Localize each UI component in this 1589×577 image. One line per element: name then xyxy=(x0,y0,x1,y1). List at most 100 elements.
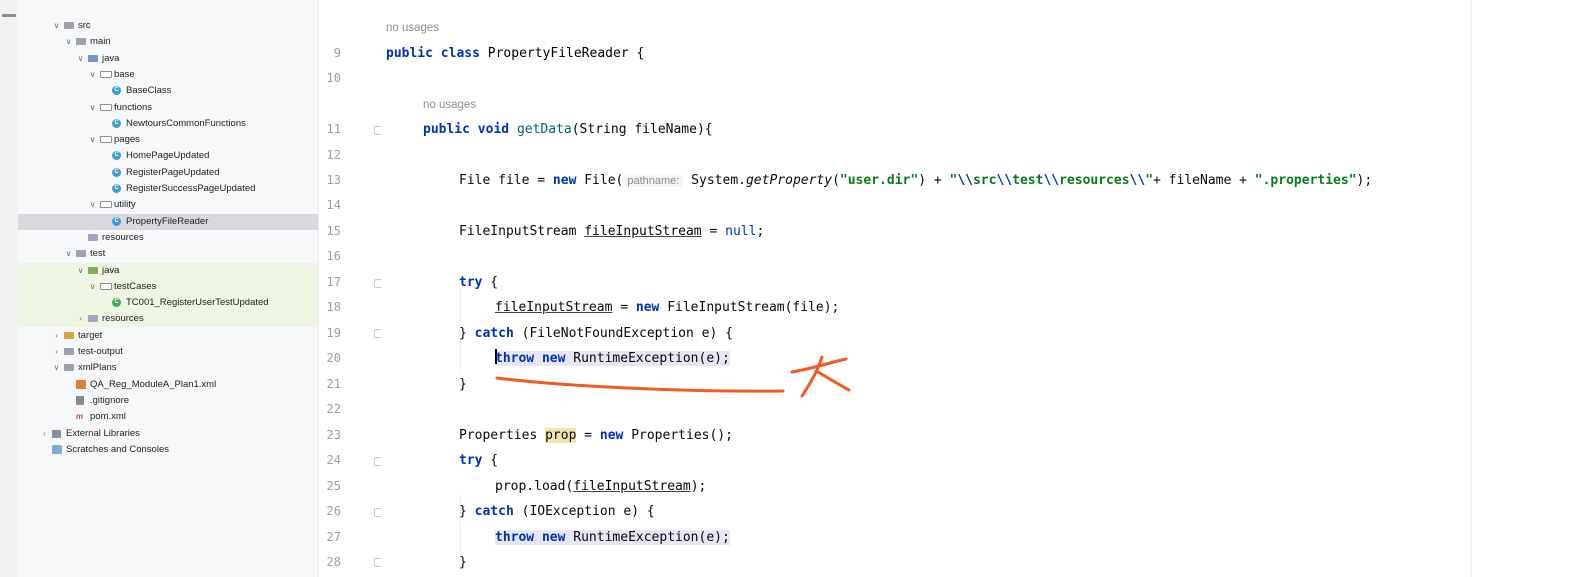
tree-item-label: resources xyxy=(102,231,144,243)
tree-item-label: functions xyxy=(114,101,153,113)
chevron-down-icon[interactable]: ∨ xyxy=(76,263,85,279)
line-number: 19 xyxy=(326,326,341,340)
code-line-28[interactable]: } xyxy=(459,550,467,575)
code-editor[interactable]: no usages public class PropertyFileReade… xyxy=(381,0,1471,577)
folder-pkg-icon xyxy=(100,70,112,78)
tree-item[interactable]: ∨ functions xyxy=(18,100,318,116)
line-number-gutter: 9 10 11 12 13 14 15 16 17 18 19 20 21 22 23 24 25 26 27 28 xyxy=(319,0,382,577)
tree-item[interactable]: C NewtoursCommonFunctions xyxy=(18,116,318,132)
folder-res-icon xyxy=(88,233,98,241)
line-number: 22 xyxy=(326,402,341,416)
chevron-down-icon[interactable]: ∨ xyxy=(88,67,97,83)
scratch-icon xyxy=(52,444,62,454)
code-line-17[interactable]: try { xyxy=(459,270,498,295)
tree-item-label: TC001_RegisterUserTestUpdated xyxy=(126,297,269,309)
code-line-20[interactable]: throw new RuntimeException(e); xyxy=(495,346,730,371)
usages-hint[interactable]: no usages xyxy=(423,97,476,113)
tree-item[interactable]: C PropertyFileReader xyxy=(18,213,318,230)
tree-item[interactable]: Scratches and Consoles xyxy=(18,442,318,458)
folder-pkg-icon xyxy=(100,136,112,144)
usages-hint[interactable]: no usages xyxy=(386,20,439,36)
chevron-down-icon[interactable]: ∨ xyxy=(88,197,97,213)
tree-item[interactable]: ∨ base xyxy=(18,67,318,83)
code-line-26[interactable]: } catch (IOException e) { xyxy=(459,499,655,524)
code-line-27[interactable]: throw new RuntimeException(e); xyxy=(495,525,730,550)
tree-item-label: xmlPlans xyxy=(78,362,117,374)
code-line-15[interactable]: FileInputStream fileInputStream = null; xyxy=(459,219,764,244)
chevron-down-icon[interactable]: ∨ xyxy=(88,132,97,148)
folder-icon xyxy=(64,348,74,355)
tree-item[interactable]: ∨ testCases xyxy=(18,278,318,295)
tree-item[interactable]: ∨ pages xyxy=(18,132,318,148)
line-number: 18 xyxy=(326,300,341,314)
tree-item-label: resources xyxy=(102,313,144,325)
tree-item[interactable]: QA_Reg_ModuleA_Plan1.xml xyxy=(18,377,318,393)
folder-orange-icon xyxy=(64,331,74,339)
tree-item-label: test-output xyxy=(78,346,123,357)
tree-item-label: main xyxy=(90,36,111,48)
code-line-21[interactable]: } xyxy=(459,372,467,397)
tree-item[interactable]: C HomePageUpdated xyxy=(18,148,318,164)
line-number: 20 xyxy=(326,351,341,365)
chevron-down-icon[interactable]: ∨ xyxy=(76,51,85,67)
tree-item[interactable]: resources xyxy=(18,230,318,246)
code-line-13[interactable]: File file = new File(pathname: System.ge… xyxy=(459,168,1372,193)
tree-item[interactable]: ∨ test xyxy=(18,246,318,262)
tree-item[interactable]: › External Libraries xyxy=(18,426,318,442)
tree-item[interactable]: m pom.xml xyxy=(18,409,318,425)
maven-icon: m xyxy=(76,412,84,422)
chevron-down-icon[interactable]: ∨ xyxy=(64,34,73,50)
project-tree[interactable]: ∨ src ∨ main ∨ java ∨ base C BaseClass ∨ functions C… xyxy=(18,0,319,577)
tree-item[interactable]: › resources xyxy=(18,311,318,328)
chevron-down-icon[interactable]: ∨ xyxy=(88,279,97,295)
folder-pkg-icon xyxy=(100,201,112,209)
tree-item-label: RegisterPageUpdated xyxy=(126,166,220,178)
chevron-down-icon[interactable]: ∨ xyxy=(52,360,61,376)
line-number: 17 xyxy=(326,275,341,289)
tree-item-label: RegisterSuccessPageUpdated xyxy=(126,183,256,194)
tree-item[interactable]: .gitignore xyxy=(18,393,318,409)
tree-item[interactable]: ∨ java xyxy=(18,51,318,67)
code-line-24[interactable]: try { xyxy=(459,448,498,473)
tree-item[interactable]: ∨ src xyxy=(18,18,318,34)
chevron-right-icon[interactable]: › xyxy=(52,328,61,344)
tree-item[interactable]: C TC001_RegisterUserTestUpdated xyxy=(18,295,318,312)
code-line-18[interactable]: fileInputStream = new FileInputStream(fi… xyxy=(495,295,839,320)
line-number: 27 xyxy=(326,530,341,544)
tree-item[interactable]: ∨ main xyxy=(18,34,318,50)
code-line-23[interactable]: Properties prop = new Properties(); xyxy=(459,423,733,448)
tree-item[interactable]: C RegisterPageUpdated xyxy=(18,165,318,181)
tree-item-label: base xyxy=(114,68,135,80)
tree-item-label: java xyxy=(102,264,120,276)
tree-item[interactable]: ∨ xmlPlans xyxy=(18,360,318,376)
tree-item-label: External Libraries xyxy=(66,427,140,439)
xml-icon xyxy=(76,379,86,389)
code-line-9[interactable]: public class PropertyFileReader { xyxy=(386,41,644,66)
line-number: 11 xyxy=(326,122,341,136)
tree-item[interactable]: ∨ java xyxy=(18,262,318,279)
chevron-right-icon[interactable]: › xyxy=(40,426,49,442)
code-line-19[interactable]: } catch (FileNotFoundException e) { xyxy=(459,321,733,346)
chevron-down-icon[interactable]: ∨ xyxy=(88,100,97,116)
tree-item-label: BaseClass xyxy=(126,85,172,97)
line-number: 13 xyxy=(326,173,341,187)
tree-item[interactable]: › target xyxy=(18,328,318,344)
tree-item-label: QA_Reg_ModuleA_Plan1.xml xyxy=(90,378,217,390)
class-icon: C xyxy=(112,118,121,128)
project-tool-icon[interactable] xyxy=(2,14,16,17)
folder-pkg-icon xyxy=(100,282,112,290)
tree-item[interactable]: › test-output xyxy=(18,344,318,360)
chevron-right-icon[interactable]: › xyxy=(76,311,85,327)
code-line-25[interactable]: prop.load(fileInputStream); xyxy=(495,474,706,499)
folder-icon xyxy=(64,364,74,372)
tree-item[interactable]: ∨ utility xyxy=(18,197,318,213)
tree-item[interactable]: C RegisterSuccessPageUpdated xyxy=(18,181,318,197)
folder-blue-icon xyxy=(88,54,98,62)
tree-item[interactable]: C BaseClass xyxy=(18,83,318,99)
chevron-down-icon[interactable]: ∨ xyxy=(64,246,73,262)
chevron-right-icon[interactable]: › xyxy=(52,344,61,360)
code-line-11[interactable]: public void getData(String fileName){ xyxy=(423,117,713,142)
chevron-down-icon[interactable]: ∨ xyxy=(52,18,61,34)
folder-green-icon xyxy=(88,266,98,274)
class-icon: C xyxy=(112,216,121,226)
